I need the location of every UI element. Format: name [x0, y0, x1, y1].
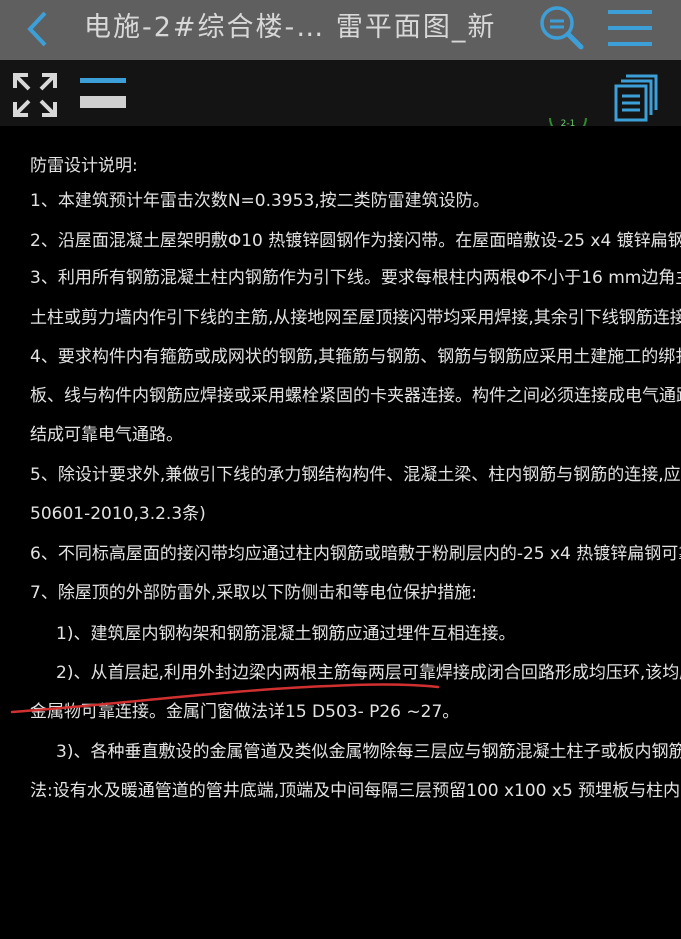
document-list-icon — [614, 74, 658, 122]
layer-toggle-icon — [80, 78, 126, 108]
back-button[interactable] — [18, 6, 58, 52]
layer-toggle-button[interactable] — [80, 76, 126, 112]
menu-icon — [608, 10, 652, 46]
toolbar: 2-1 — [0, 60, 681, 136]
red-underline-annotation — [10, 683, 440, 714]
chevron-left-icon — [27, 11, 47, 47]
fullscreen-button[interactable] — [12, 72, 58, 118]
top-bar: 电施-2#综合楼-… 雷平面图_新 — [0, 0, 681, 60]
search-icon — [540, 6, 584, 50]
search-button[interactable] — [536, 2, 586, 52]
menu-button[interactable] — [604, 4, 656, 52]
page-title: 电施-2#综合楼-… 雷平面图_新 — [84, 12, 497, 43]
fullscreen-icon — [13, 73, 57, 117]
drawing-canvas[interactable]: 防雷设计说明: 1、本建筑预计年雷击次数N=0.3953,按二类防雷建筑设防。 … — [0, 126, 681, 939]
document-list-button[interactable] — [612, 72, 662, 122]
